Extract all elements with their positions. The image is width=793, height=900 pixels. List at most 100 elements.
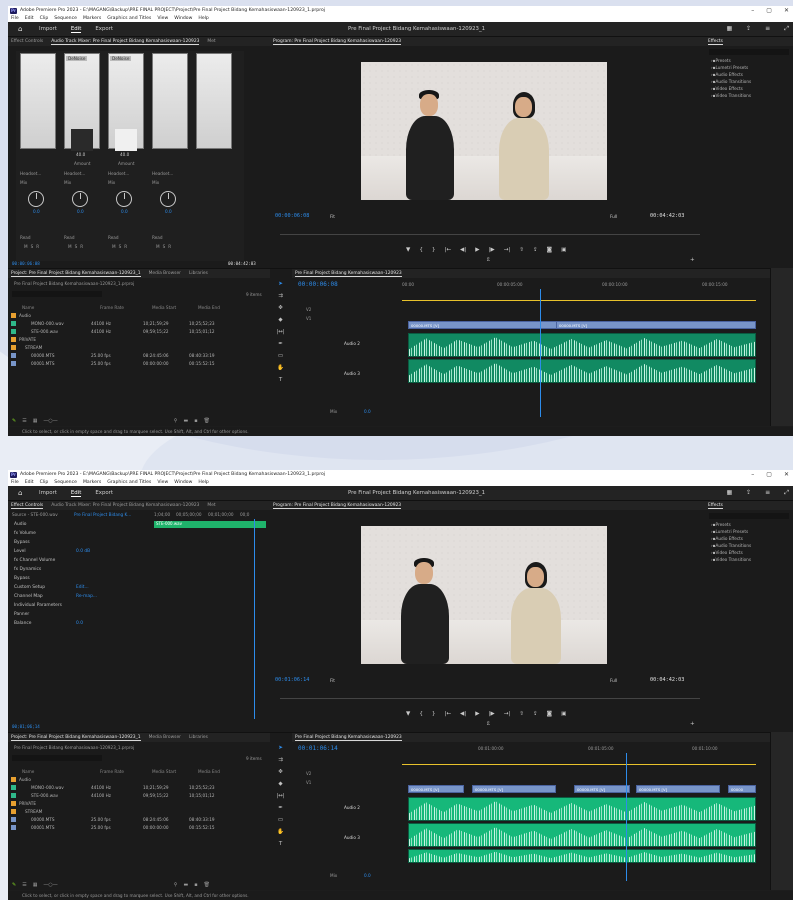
step-forward-icon[interactable]: |▶ (489, 711, 495, 717)
fit-select[interactable]: Fit (330, 678, 335, 683)
project-row[interactable]: 00000.MTS 25.00 fps 08:24:45:06 08:40:33:19 (8, 816, 270, 823)
tab-metadata[interactable]: Met (207, 503, 215, 508)
type-icon[interactable]: T (276, 841, 285, 847)
hand-icon[interactable]: ✋ (276, 829, 285, 835)
menu-view[interactable]: View (157, 480, 168, 485)
razor-icon[interactable]: ◆ (276, 317, 285, 323)
menu-clip[interactable]: Clip (40, 16, 49, 21)
close-button[interactable]: ✕ (784, 7, 789, 14)
menu-edit[interactable]: Edit (25, 480, 34, 485)
pan-value-4[interactable]: 0.0 (165, 209, 172, 214)
effects-search-input[interactable] (709, 49, 789, 55)
project-row[interactable]: 00001.MTS 25.00 fps 00:00:00:00 00:15:52:15 (8, 360, 270, 367)
razor-icon[interactable]: ◆ (276, 781, 285, 787)
track-audio-2[interactable]: Audio 2 (344, 805, 360, 810)
video-clip[interactable]: 00000.MTS [V] (472, 785, 556, 793)
pan-knob-2[interactable] (72, 191, 88, 207)
tab-edit[interactable]: Edit (70, 490, 82, 497)
effects-item[interactable]: ›▪ Presets (705, 521, 793, 528)
menu-help[interactable]: Help (198, 16, 208, 21)
tab-project[interactable]: Project: Pre Final Project Bidang Kemaha… (11, 735, 141, 741)
automation-4[interactable]: Read (152, 235, 163, 240)
workspaces-icon[interactable]: ▦ (726, 25, 732, 33)
home-icon[interactable]: ⌂ (18, 25, 27, 33)
effect-param-value[interactable]: Edit... (76, 585, 89, 590)
effects-item[interactable]: ›▪ Audio Effects (705, 71, 793, 78)
slip-icon[interactable]: |↔| (276, 793, 285, 799)
tab-export[interactable]: Export (95, 26, 113, 32)
project-row[interactable]: PRIVATE (8, 336, 270, 343)
mixer-slot-1[interactable] (20, 53, 56, 149)
share-icon[interactable]: ⇪ (746, 25, 751, 33)
effect-param-row[interactable]: fx Volume (8, 530, 76, 537)
mark-out-icon[interactable]: } (432, 711, 436, 717)
trash-icon[interactable]: 🗑 (204, 882, 210, 888)
pan-knob-1[interactable] (28, 191, 44, 207)
mark-in-icon[interactable]: { (419, 711, 423, 717)
timeline-tab[interactable]: Pre Final Project Bidang Kemahasiswaan-1… (295, 271, 402, 277)
project-row[interactable]: Audio (8, 312, 270, 319)
tab-libraries[interactable]: Libraries (189, 271, 208, 276)
effect-slot-denoise-1[interactable]: DeNoise (66, 56, 88, 61)
effect-param-value[interactable]: Re-map... (76, 594, 97, 599)
pan-value-2[interactable]: 0.0 (77, 209, 84, 214)
audio-clip-a3[interactable] (408, 823, 756, 847)
play-icon[interactable]: ▶ (475, 247, 479, 253)
effects-item[interactable]: ›▪ Video Transitions (705, 92, 793, 99)
ripple-edit-icon[interactable]: ✥ (276, 305, 285, 311)
minimize-button[interactable]: – (751, 7, 754, 14)
mode-select-1[interactable]: Mix (20, 180, 27, 185)
fullscreen-icon[interactable]: ⤢ (784, 25, 789, 33)
step-back-icon[interactable]: ◀| (460, 247, 466, 253)
effect-param-row[interactable]: fx Channel Volume (8, 557, 76, 564)
tab-import[interactable]: Import (39, 26, 57, 32)
output-select-4[interactable]: Headset... (152, 171, 173, 176)
video-clip[interactable]: 00000.MTS [V] (408, 321, 558, 329)
add-button-icon[interactable]: + (690, 257, 695, 263)
folder-icon[interactable]: ▬ (183, 418, 188, 424)
new-item-icon[interactable]: ▪ (194, 882, 197, 888)
menu-icon[interactable]: ≡ (765, 489, 770, 497)
tab-effect-controls[interactable]: Effect Controls (11, 39, 43, 44)
menu-window[interactable]: Window (174, 16, 192, 21)
project-row[interactable]: STREAM (8, 808, 270, 815)
lift-icon[interactable]: ⇧ (519, 711, 524, 717)
zoom-slider[interactable]: —○— (43, 418, 57, 424)
pen-icon[interactable]: ✒ (276, 341, 285, 347)
pan-knob-4[interactable] (160, 191, 176, 207)
lift-icon[interactable]: ⇧ (519, 247, 524, 253)
tab-audio-track-mixer[interactable]: Audio Track Mixer: Pre Final Project Bid… (51, 39, 200, 45)
effect-param-row[interactable]: Custom Setup Edit... (8, 584, 89, 591)
project-row[interactable]: 00001.MTS 25.00 fps 00:00:00:00 00:15:52:15 (8, 824, 270, 831)
video-clip[interactable]: 00000.MTS [V] (574, 785, 630, 793)
fit-select[interactable]: Fit (330, 214, 335, 219)
trash-icon[interactable]: 🗑 (204, 418, 210, 424)
project-row[interactable]: Audio (8, 776, 270, 783)
fullscreen-icon[interactable]: ⤢ (784, 489, 789, 497)
master-value[interactable]: 0.0 (364, 409, 371, 414)
marker-icon[interactable]: ▼ (406, 247, 410, 253)
ec-clip-bar[interactable]: STE-000.wav (154, 521, 266, 528)
effect-param-value[interactable]: 0.0 (76, 621, 83, 626)
selection-tool-icon[interactable]: ➤ (276, 281, 285, 287)
effect-param-row[interactable]: Audio (8, 521, 76, 528)
track-audio-3[interactable]: Audio 3 (344, 835, 360, 840)
track-audio-3[interactable]: Audio 3 (344, 371, 360, 376)
selection-tool-icon[interactable]: ➤ (276, 745, 285, 751)
effects-title[interactable]: Effects (708, 39, 723, 45)
scrub-bar[interactable] (280, 234, 700, 235)
audio-clip-a2[interactable] (408, 797, 756, 821)
effect-param-row[interactable]: fx Dynamics (8, 566, 76, 573)
output-select-3[interactable]: Headset... (108, 171, 129, 176)
timeline-tab[interactable]: Pre Final Project Bidang Kemahasiswaan-1… (295, 735, 402, 741)
minimize-button[interactable]: – (751, 471, 754, 478)
menu-markers[interactable]: Markers (83, 480, 101, 485)
menu-markers[interactable]: Markers (83, 16, 101, 21)
effects-item[interactable]: ›▪ Audio Effects (705, 535, 793, 542)
automation-3[interactable]: Read (108, 235, 119, 240)
effect-slot-denoise-2[interactable]: DeNoise (110, 56, 132, 61)
go-to-in-icon[interactable]: |← (444, 247, 451, 253)
effect-param-row[interactable]: Bypass (8, 539, 76, 546)
search-icon[interactable]: ⚲ (174, 418, 178, 424)
track-select-icon[interactable]: ⇉ (276, 757, 285, 763)
